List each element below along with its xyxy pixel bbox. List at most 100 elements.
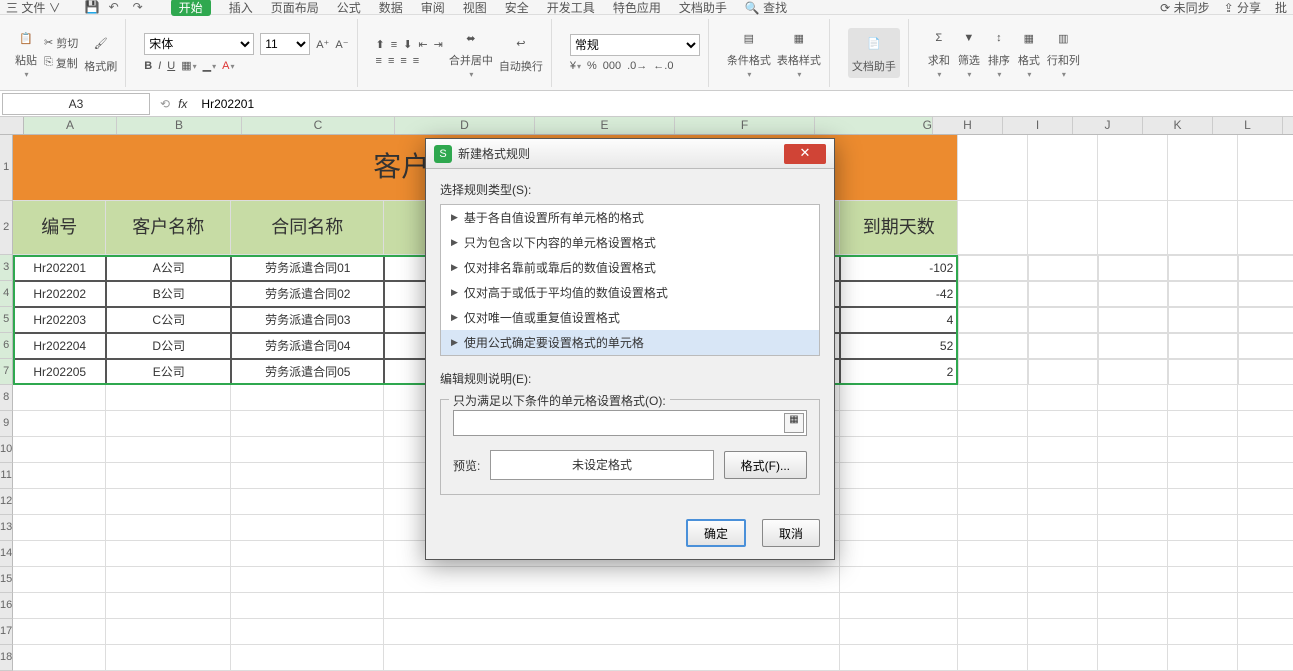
select-all-corner[interactable] (0, 117, 24, 134)
header-cell[interactable]: 客户名称 (106, 201, 231, 255)
font-name-select[interactable]: 宋体 (144, 33, 254, 55)
conditional-format-button[interactable]: ▤条件格式▾ (727, 26, 771, 79)
dialog-titlebar[interactable]: S 新建格式规则 ✕ (426, 139, 834, 169)
format-button[interactable]: ▦格式▾ (1017, 26, 1041, 79)
rule-type-item[interactable]: ▶仅对高于或低于平均值的数值设置格式 (441, 280, 819, 305)
cell[interactable]: C公司 (106, 307, 231, 333)
col-header-A[interactable]: A (24, 117, 117, 134)
ok-button[interactable]: 确定 (686, 519, 746, 547)
merge-center-button[interactable]: ⬌合并居中▾ (449, 26, 493, 79)
cell[interactable]: E公司 (106, 359, 231, 385)
formula-input[interactable] (195, 93, 1293, 115)
align-justify-icon[interactable]: ≡ (413, 55, 419, 67)
row-header-9[interactable]: 9 (0, 411, 13, 437)
col-header-K[interactable]: K (1143, 117, 1213, 134)
percent-icon[interactable]: % (587, 60, 597, 72)
row-header-7[interactable]: 7 (0, 359, 13, 385)
tab-insert[interactable]: 插入 (229, 0, 253, 16)
col-header-L[interactable]: L (1213, 117, 1283, 134)
cell[interactable]: 劳务派遣合同01 (231, 255, 384, 281)
cell[interactable]: A公司 (106, 255, 231, 281)
rule-type-item[interactable]: ▶基于各自值设置所有单元格的格式 (441, 205, 819, 230)
col-header-G[interactable]: G (815, 117, 933, 134)
tab-start[interactable]: 开始 (171, 0, 211, 16)
cell[interactable]: -102 (840, 255, 958, 281)
rule-type-item[interactable]: ▶仅对唯一值或重复值设置格式 (441, 305, 819, 330)
cell[interactable]: Hr202201 (13, 255, 106, 281)
batch-button[interactable]: 批 (1275, 0, 1287, 16)
wrap-text-button[interactable]: ↩自动换行 (499, 32, 543, 74)
cell[interactable]: 52 (840, 333, 958, 359)
col-header-J[interactable]: J (1073, 117, 1143, 134)
close-button[interactable]: ✕ (784, 144, 826, 164)
share-button[interactable]: ⇪ 分享 (1224, 0, 1261, 16)
tab-pagelayout[interactable]: 页面布局 (271, 0, 319, 16)
col-header-E[interactable]: E (535, 117, 675, 134)
cell[interactable]: 劳务派遣合同02 (231, 281, 384, 307)
row-header-10[interactable]: 10 (0, 437, 13, 463)
font-size-select[interactable]: 11 (260, 33, 310, 55)
tab-dochelper[interactable]: 文档助手 (679, 0, 727, 16)
fx-cancel-icon[interactable]: ⟲ (160, 97, 170, 111)
row-header-6[interactable]: 6 (0, 333, 13, 359)
dec-decimal-icon[interactable]: ←.0 (653, 60, 673, 72)
sync-status[interactable]: ⟳ 未同步 (1160, 0, 1209, 16)
col-header-I[interactable]: I (1003, 117, 1073, 134)
header-cell[interactable]: 编号 (13, 201, 106, 255)
row-header-4[interactable]: 4 (0, 281, 13, 307)
paste-button[interactable]: 📋粘贴▾ (14, 26, 38, 79)
cell[interactable]: -42 (840, 281, 958, 307)
comma-icon[interactable]: 000 (603, 60, 621, 72)
rule-type-item[interactable]: ▶只为包含以下内容的单元格设置格式 (441, 230, 819, 255)
align-bottom-icon[interactable]: ⬇ (403, 38, 412, 51)
header-cell[interactable]: 合同名称 (231, 201, 384, 255)
tab-formula[interactable]: 公式 (337, 0, 361, 16)
doc-helper-button[interactable]: 📄文档助手 (848, 28, 900, 78)
cell[interactable]: D公司 (106, 333, 231, 359)
border-button[interactable]: ▦▾ (181, 59, 196, 72)
tab-data[interactable]: 数据 (379, 0, 403, 16)
cell[interactable]: 劳务派遣合同03 (231, 307, 384, 333)
align-left-icon[interactable]: ≡ (376, 55, 382, 67)
cell[interactable]: Hr202204 (13, 333, 106, 359)
rule-type-item[interactable]: ▶仅对排名靠前或靠后的数值设置格式 (441, 255, 819, 280)
range-picker-button[interactable]: ▦ (784, 413, 804, 433)
row-header-18[interactable]: 18 (0, 645, 13, 671)
sum-button[interactable]: Σ求和▾ (927, 26, 951, 79)
row-header-14[interactable]: 14 (0, 541, 13, 567)
format-button[interactable]: 格式(F)... (724, 451, 807, 479)
row-header-17[interactable]: 17 (0, 619, 13, 645)
cancel-button[interactable]: 取消 (762, 519, 820, 547)
cell[interactable]: 4 (840, 307, 958, 333)
italic-button[interactable]: I (158, 60, 161, 72)
cell[interactable]: B公司 (106, 281, 231, 307)
row-header-12[interactable]: 12 (0, 489, 13, 515)
cell[interactable]: Hr202203 (13, 307, 106, 333)
row-header-1[interactable]: 1 (0, 135, 13, 201)
filter-button[interactable]: ▼筛选▾ (957, 26, 981, 79)
copy-button[interactable]: ⎘复制 (44, 55, 78, 71)
row-header-5[interactable]: 5 (0, 307, 13, 333)
rowcol-button[interactable]: ▥行和列▾ (1047, 26, 1080, 79)
indent-right-icon[interactable]: ⇥ (434, 38, 443, 51)
sort-button[interactable]: ↕排序▾ (987, 26, 1011, 79)
align-right-icon[interactable]: ≡ (400, 55, 406, 67)
indent-left-icon[interactable]: ⇤ (418, 38, 427, 51)
header-cell[interactable]: 到期天数 (840, 201, 958, 255)
cell[interactable]: Hr202202 (13, 281, 106, 307)
row-header-2[interactable]: 2 (0, 201, 13, 255)
row-header-3[interactable]: 3 (0, 255, 13, 281)
save-icon[interactable]: 💾 (85, 0, 99, 14)
tab-security[interactable]: 安全 (505, 0, 529, 16)
search-box[interactable]: 🔍 查找 (745, 0, 787, 16)
name-box[interactable]: A3 (2, 93, 150, 115)
fx-icon[interactable]: fx (178, 97, 187, 111)
cell[interactable]: 劳务派遣合同05 (231, 359, 384, 385)
row-header-8[interactable]: 8 (0, 385, 13, 411)
cell[interactable]: Hr202205 (13, 359, 106, 385)
inc-decimal-icon[interactable]: .0→ (627, 60, 647, 72)
col-header-F[interactable]: F (675, 117, 815, 134)
tab-devtools[interactable]: 开发工具 (547, 0, 595, 16)
bold-button[interactable]: B (144, 60, 152, 72)
increase-font-icon[interactable]: A⁺ (316, 38, 329, 51)
